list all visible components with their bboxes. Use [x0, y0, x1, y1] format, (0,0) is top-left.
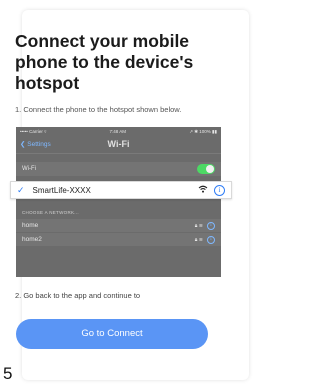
wifi-signal-icon — [198, 185, 208, 195]
page-title: Connect your mobile phone to the device'… — [15, 31, 194, 93]
status-time: 7:48 AM — [109, 129, 127, 134]
network-name: home2 — [22, 236, 42, 243]
info-icon: i — [214, 184, 225, 196]
network-row-home2: home2 🔒︎ ≋ i — [16, 233, 221, 246]
info-icon: i — [207, 221, 215, 230]
checkmark-icon: ✓ — [17, 184, 25, 195]
carrier-label: ••••• Carrier ▿ — [20, 128, 47, 134]
phone-nav-bar: ❮ Settings Wi-Fi — [16, 136, 221, 154]
lock-wifi-icon: 🔒︎ ≋ — [194, 222, 203, 229]
network-name: home — [22, 222, 39, 229]
step-1-text: 1. Connect the phone to the hotspot show… — [15, 105, 182, 114]
info-icon: i — [207, 235, 215, 244]
choose-network-header: CHOOSE A NETWORK... — [22, 210, 79, 215]
battery-indicator: ↗ ✱ 100% ▮▮ — [189, 128, 217, 134]
wifi-nav-title: Wi-Fi — [107, 139, 130, 149]
step-2-text: 2. Go back to the app and continue to — [15, 291, 141, 300]
page-number: 5 — [3, 364, 13, 383]
wifi-label: Wi-Fi — [22, 166, 36, 172]
network-row-home: home 🔒︎ ≋ i — [16, 219, 221, 232]
go-to-connect-button[interactable]: Go to Connect — [16, 319, 208, 349]
wifi-toggle — [197, 164, 215, 174]
phone-wifi-screenshot: ••••• Carrier ▿ 7:48 AM ↗ ✱ 100% ▮▮ ❮ Se… — [10, 127, 232, 277]
wifi-toggle-row: Wi-Fi — [16, 162, 221, 176]
selected-network-row: ✓ SmartLife-XXXX i — [10, 181, 232, 199]
selected-ssid: SmartLife-XXXX — [32, 185, 91, 195]
phone-status-bar: ••••• Carrier ▿ 7:48 AM ↗ ✱ 100% ▮▮ — [16, 127, 221, 136]
lock-wifi-icon: 🔒︎ ≋ — [194, 236, 203, 243]
